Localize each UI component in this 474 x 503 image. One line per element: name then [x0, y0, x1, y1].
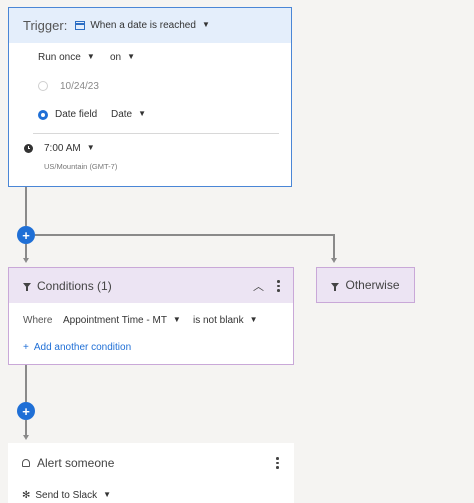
- slack-icon: ✻: [22, 490, 31, 501]
- date-field-label: Date field: [55, 109, 98, 120]
- conditions-card[interactable]: Conditions (1) ︿ Where Appointment Time …: [8, 267, 294, 365]
- plus-icon: +: [23, 342, 29, 353]
- alert-card[interactable]: Alert someone ✻ Send to Slack ▼: [8, 443, 294, 503]
- connector-line: [25, 187, 27, 226]
- otherwise-card[interactable]: Otherwise: [316, 267, 415, 303]
- specific-date-radio[interactable]: [38, 81, 48, 91]
- trigger-label: Trigger:: [23, 18, 68, 33]
- condition-operator-dropdown[interactable]: is not blank ▼: [193, 315, 258, 326]
- where-label: Where: [23, 315, 53, 326]
- collapse-chevron-icon[interactable]: ︿: [253, 278, 264, 294]
- trigger-type-dropdown[interactable]: When a date is reached ▼: [90, 20, 210, 31]
- filter-icon: [331, 282, 340, 291]
- alert-action-dropdown[interactable]: ✻ Send to Slack ▼: [22, 490, 111, 501]
- branch-connector: [35, 234, 334, 236]
- otherwise-label: Otherwise: [345, 278, 400, 292]
- caret-down-icon: ▼: [201, 20, 210, 29]
- arrow-down-icon: [331, 258, 337, 263]
- frequency-value: Run once: [38, 52, 81, 63]
- calendar-icon: [75, 21, 86, 30]
- timezone-label: US/Mountain (GMT-7): [44, 162, 118, 171]
- caret-down-icon: ▼: [172, 315, 181, 324]
- date-field-radio[interactable]: [38, 110, 48, 120]
- trigger-header: Trigger: When a date is reached ▼: [9, 8, 291, 43]
- alert-header: Alert someone: [22, 456, 114, 470]
- conditions-header: Conditions (1): [9, 268, 293, 303]
- caret-down-icon: ▼: [86, 143, 95, 152]
- time-value: 7:00 AM: [44, 143, 81, 154]
- conditions-title: Conditions (1): [37, 278, 112, 293]
- condition-operator-value: is not blank: [193, 315, 244, 326]
- alert-more-menu-icon[interactable]: [276, 457, 279, 469]
- connector-line: [333, 234, 335, 258]
- trigger-card[interactable]: Trigger: When a date is reached ▼ Run onc…: [8, 7, 292, 187]
- caret-down-icon: ▼: [86, 52, 95, 61]
- caret-down-icon: ▼: [127, 52, 136, 61]
- caret-down-icon: ▼: [103, 490, 112, 499]
- condition-field-value: Appointment Time - MT: [63, 315, 167, 326]
- arrow-down-icon: [23, 435, 29, 440]
- clock-icon: [24, 144, 33, 153]
- connector-line: [25, 420, 27, 435]
- alert-title: Alert someone: [37, 456, 115, 470]
- add-condition-link[interactable]: + Add another condition: [23, 342, 131, 353]
- add-condition-label: Add another condition: [33, 342, 132, 353]
- specific-date-value: 10/24/23: [60, 81, 99, 92]
- divider: [33, 133, 279, 134]
- preposition-value: on: [110, 52, 122, 63]
- connector-line: [25, 365, 27, 402]
- filter-icon: [23, 283, 31, 291]
- trigger-type-value: When a date is reached: [90, 20, 196, 31]
- frequency-dropdown[interactable]: Run once ▼: [38, 52, 95, 63]
- conditions-more-menu-icon[interactable]: [277, 280, 280, 292]
- bell-icon: [22, 459, 30, 467]
- caret-down-icon: ▼: [138, 109, 147, 118]
- alert-action-value: Send to Slack: [35, 490, 98, 501]
- connector-line: [25, 244, 27, 258]
- arrow-down-icon: [23, 258, 29, 263]
- date-field-dropdown[interactable]: Date ▼: [111, 109, 146, 120]
- preposition-dropdown[interactable]: on ▼: [110, 52, 135, 63]
- date-field-value: Date: [111, 109, 133, 120]
- add-step-button[interactable]: +: [17, 402, 35, 420]
- time-dropdown[interactable]: 7:00 AM ▼: [44, 143, 95, 154]
- add-step-button[interactable]: +: [17, 226, 35, 244]
- caret-down-icon: ▼: [249, 315, 258, 324]
- condition-field-dropdown[interactable]: Appointment Time - MT ▼: [63, 315, 181, 326]
